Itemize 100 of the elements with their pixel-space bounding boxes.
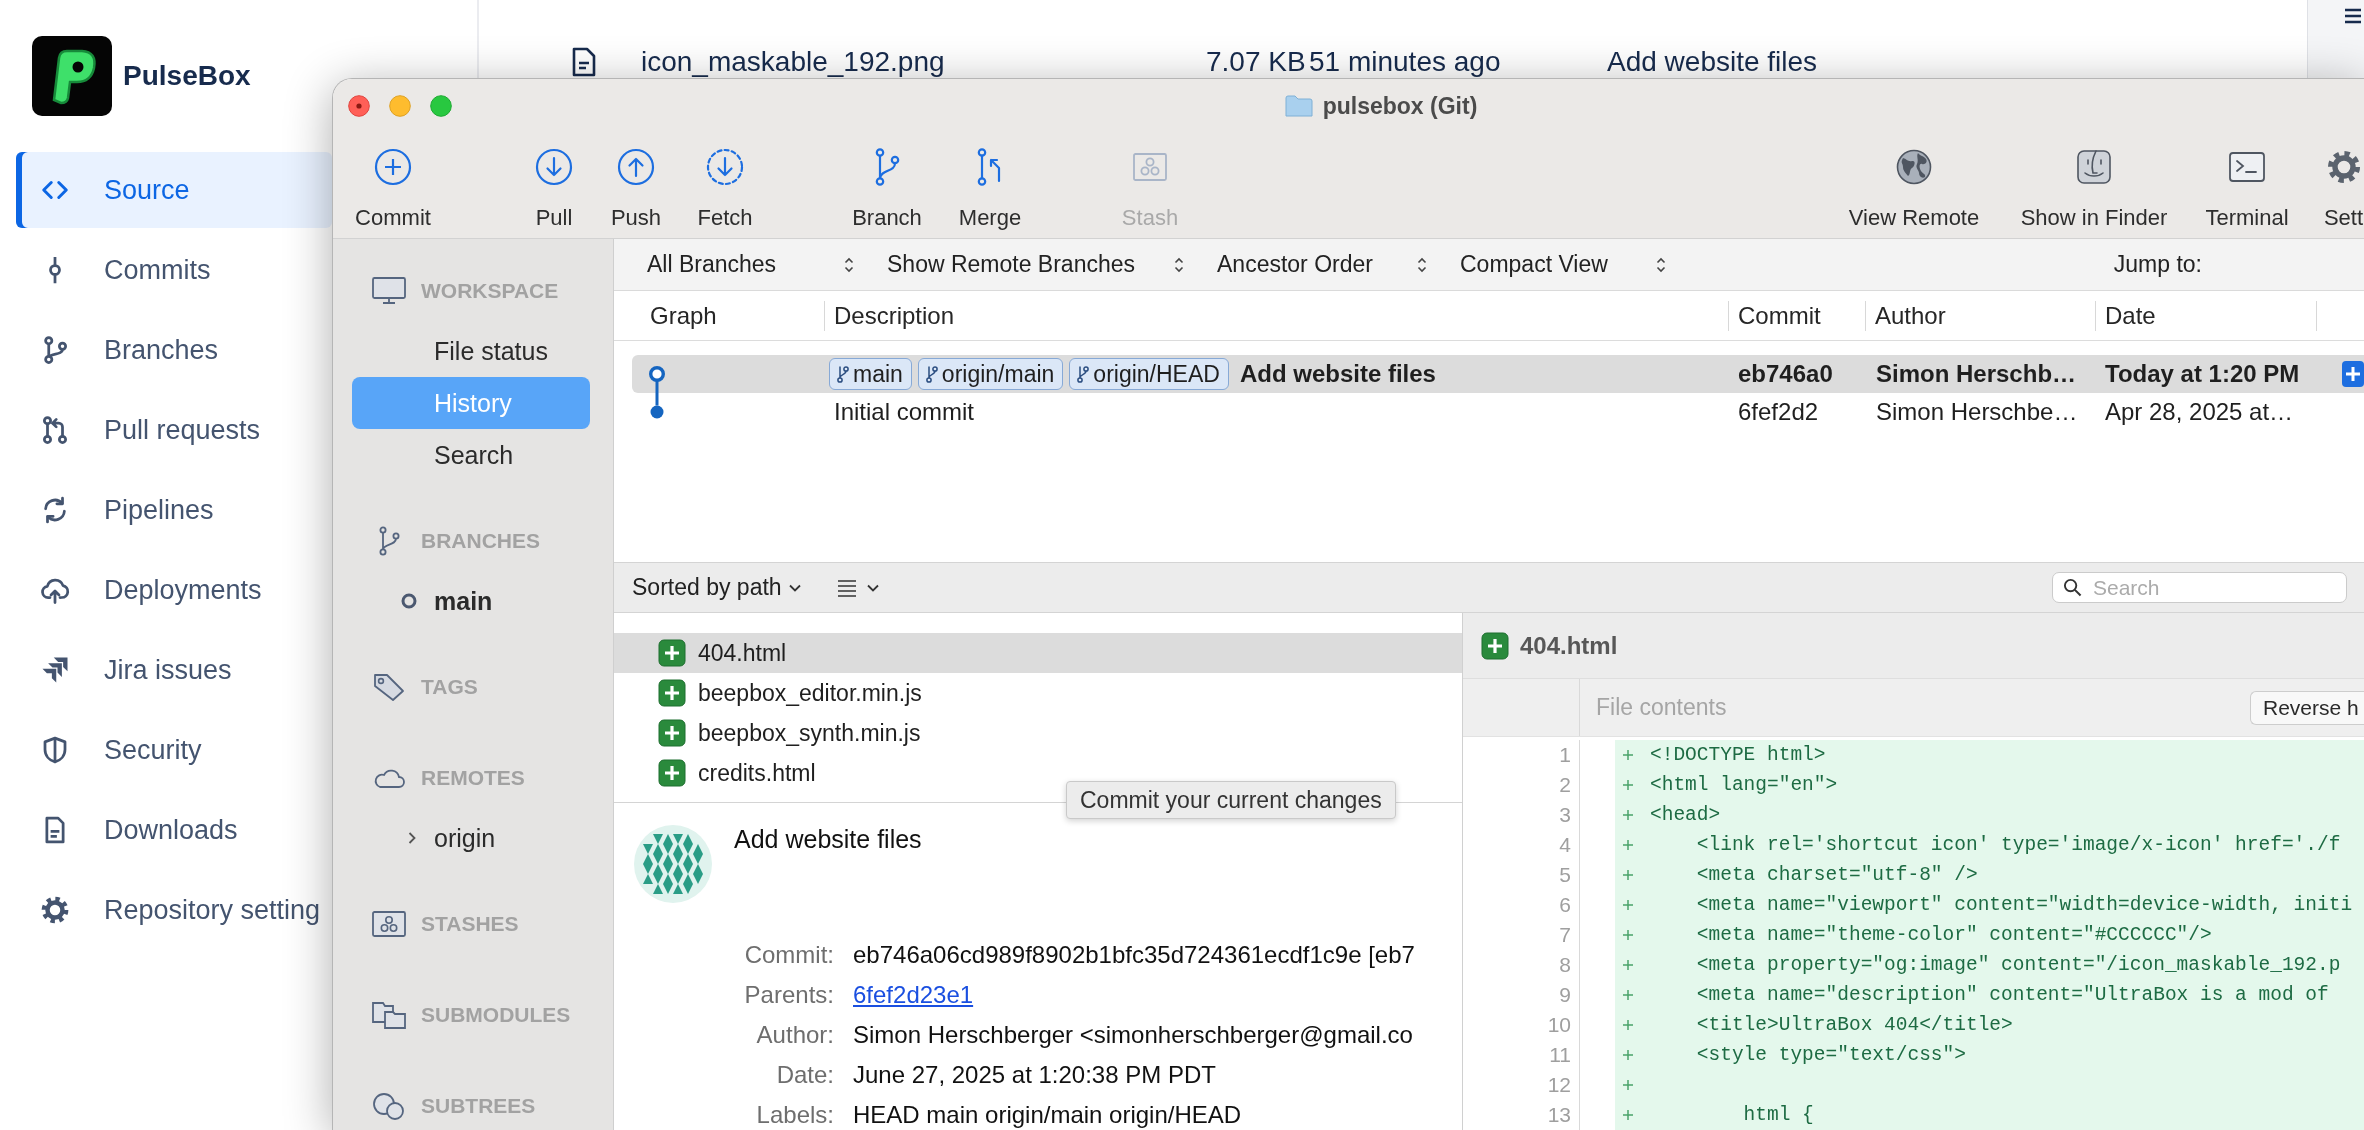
branch-icon: [1077, 365, 1090, 383]
nav-item[interactable]: Branches: [16, 312, 332, 388]
column-header[interactable]: Description: [825, 300, 1729, 331]
toolbar-button[interactable]: Push: [605, 147, 667, 231]
code-text: <meta charset="utf-8" />: [1695, 863, 1978, 888]
detail-label: Labels:: [756, 1101, 834, 1129]
toolbar-button[interactable]: View Remote: [1844, 147, 1984, 231]
toolbar-button[interactable]: Merge: [950, 147, 1030, 231]
code-text: <!DOCTYPE html>: [1650, 743, 1826, 768]
filter-dropdown[interactable]: All Branches: [647, 244, 859, 285]
tag-icon: [371, 672, 407, 702]
nav-item[interactable]: Downloads: [16, 792, 332, 868]
pull-request-icon: [40, 415, 70, 445]
code-text: <title>UltraBox 404</title>: [1695, 1013, 2013, 1038]
nav-item[interactable]: Pull requests: [16, 392, 332, 468]
close-icon[interactable]: [348, 95, 370, 117]
line-number: 7: [1463, 920, 1580, 950]
plus-icon: [1622, 839, 1634, 851]
plus-square-icon: [658, 679, 686, 707]
document-icon: [572, 47, 596, 77]
column-header[interactable]: Graph: [614, 300, 825, 331]
detail-value: June 27, 2025 at 1:20:38 PM PDT: [853, 1061, 1216, 1089]
plus-square-icon: [658, 759, 686, 787]
plus-circle-icon: [373, 147, 413, 187]
nav-item[interactable]: Deployments: [16, 552, 332, 628]
file-row[interactable]: beepbox_synth.min.js: [614, 713, 1462, 753]
code-text: <meta name="viewport" content="width=device-width, initi: [1695, 893, 2353, 918]
plus-icon: [1622, 989, 1634, 1001]
plus-icon: [1622, 929, 1634, 941]
file-row[interactable]: 404.html: [614, 633, 1462, 673]
file-name[interactable]: icon_maskable_192.png: [641, 46, 1206, 78]
detail-label: Commit:: [744, 941, 834, 969]
detail-label: Author:: [756, 1021, 834, 1049]
line-number: 5: [1463, 860, 1580, 890]
commit-hash: eb746a0: [1737, 360, 1834, 388]
commit-subject: Add website files: [734, 824, 922, 854]
code-text: <style type="text/css">: [1695, 1043, 1966, 1068]
gear-icon: [40, 895, 70, 925]
toolbar-button[interactable]: Commit: [351, 147, 435, 231]
commit-row[interactable]: main origin/main origin/HEAD Add website files eb746a0 Simon Herschb… Today at 1:20 PM: [632, 355, 2364, 393]
section-title: SUBMODULES: [421, 1003, 571, 1027]
filter-dropdown[interactable]: Ancestor Order: [1217, 244, 1432, 285]
toolbar-button[interactable]: Fetch: [692, 147, 758, 231]
detail-label: Parents:: [744, 981, 834, 1009]
commit-message: Add website files: [1607, 46, 1819, 78]
code-text: <meta name="description" content="UltraBox is a mod of: [1695, 983, 2329, 1008]
filter-dropdown[interactable]: Show Remote Branches: [887, 244, 1189, 285]
menu-icon[interactable]: [2344, 8, 2362, 24]
window-title: pulsebox (Git): [1322, 92, 1478, 120]
action-button[interactable]: Reverse h: [2250, 690, 2364, 725]
commit-hash: 6fef2d2: [1737, 398, 1820, 426]
commit-row[interactable]: Initial commit 6fef2d2 Simon Herschbe… Apr 28, 2025 at…: [632, 393, 2364, 431]
sidebar-item[interactable]: File status: [352, 325, 590, 377]
sidebar-item[interactable]: origin: [352, 812, 590, 864]
parent-commit-link[interactable]: 6fef2d23e1: [853, 981, 974, 1009]
column-header[interactable]: Date: [2096, 300, 2317, 331]
nav-item[interactable]: Security: [16, 712, 332, 788]
nav-item[interactable]: Commits: [16, 232, 332, 308]
search-field[interactable]: Search: [2052, 572, 2347, 603]
toolbar-button[interactable]: Show in Finder: [2016, 147, 2172, 231]
section-title: SUBTREES: [421, 1094, 536, 1118]
sidebar-item[interactable]: Search: [352, 429, 590, 481]
stash-box-icon: [371, 909, 407, 939]
view-options-button[interactable]: [835, 578, 880, 597]
column-header[interactable]: Author: [1866, 300, 2096, 331]
commit-date: Apr 28, 2025 at…: [2104, 398, 2295, 426]
folders-icon: [371, 1000, 407, 1030]
tooltip: Commit your current changes: [1066, 781, 1396, 819]
toolbar-button[interactable]: Sett: [2323, 147, 2364, 231]
plus-icon[interactable]: [2342, 359, 2364, 389]
folder-icon: [1284, 95, 1313, 117]
circles-icon: [371, 1091, 407, 1121]
nav-item[interactable]: Repository setting: [16, 872, 332, 948]
toolbar-button[interactable]: Branch: [846, 147, 928, 231]
nav-item[interactable]: Jira issues: [16, 632, 332, 708]
plus-icon: [1622, 1109, 1634, 1121]
chevron-down-icon: [787, 582, 802, 593]
chevron-down-icon: [865, 582, 880, 593]
section-label: File contents: [1595, 694, 1727, 721]
avatar-icon: [633, 824, 713, 904]
plus-icon: [1622, 809, 1634, 821]
column-header[interactable]: Commit: [1729, 300, 1866, 331]
line-number: 8: [1463, 950, 1580, 980]
diff-file-name: 404.html: [1520, 631, 1618, 660]
plus-square-icon: [658, 639, 686, 667]
filter-dropdown[interactable]: Compact View: [1460, 244, 1671, 285]
nav-item[interactable]: Source: [16, 152, 332, 228]
toolbar-button[interactable]: Pull: [526, 147, 582, 231]
plus-icon: [1622, 959, 1634, 971]
sort-dropdown[interactable]: Sorted by path: [632, 574, 802, 601]
plus-square-icon: [658, 719, 686, 747]
toolbar-button[interactable]: Terminal: [2201, 147, 2293, 231]
sidebar-item[interactable]: main: [352, 575, 590, 627]
stacked-arrows-icon: [40, 655, 70, 685]
code-text: <link rel='shortcut icon' type='image/x-icon' href='./f: [1695, 833, 2341, 858]
plus-icon: [1622, 1019, 1634, 1031]
file-row[interactable]: beepbox_editor.min.js: [614, 673, 1462, 713]
jump-to-label: Jump to:: [2113, 251, 2202, 278]
nav-item[interactable]: Pipelines: [16, 472, 332, 548]
line-number: 1: [1463, 740, 1580, 770]
